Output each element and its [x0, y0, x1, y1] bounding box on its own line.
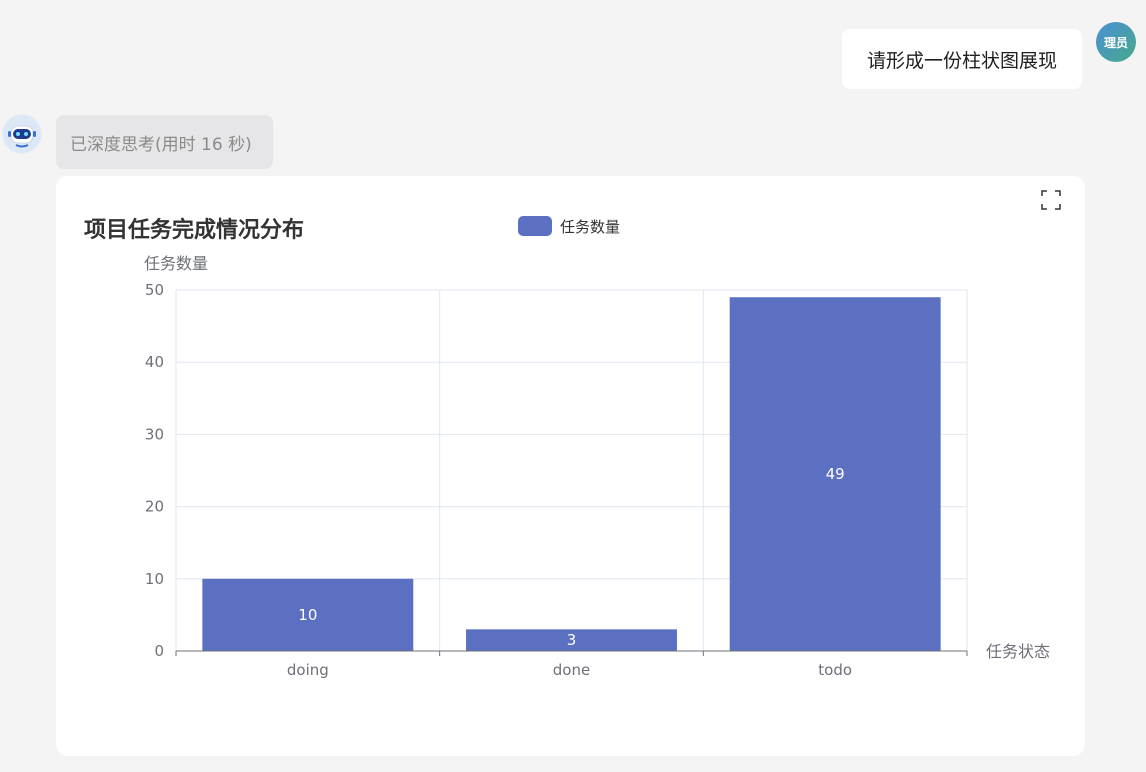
y-axis-title: 任务数量	[144, 254, 208, 273]
bar-value-label: 10	[298, 606, 317, 624]
user-message-text: 请形成一份柱状图展现	[866, 49, 1057, 72]
x-axis-title: 任务状态	[986, 642, 1050, 661]
bar-value-label: 49	[826, 465, 845, 483]
y-tick-label: 40	[145, 353, 164, 371]
chat-page: 理员 请形成一份柱状图展现 已深度思考(用时 16 秒) 项目任务完成情况分布 …	[0, 0, 1146, 772]
robot-icon	[2, 114, 42, 154]
x-tick-label: todo	[818, 661, 852, 679]
thinking-label: 已深度思考(用时 16 秒)	[70, 134, 252, 155]
user-avatar[interactable]: 理员	[1096, 22, 1136, 62]
y-tick-label: 0	[154, 642, 164, 660]
user-avatar-text: 理员	[1103, 35, 1128, 50]
x-tick-label: done	[553, 661, 590, 679]
bar-value-label: 3	[567, 631, 577, 649]
bar-chart: 10 3 49 0 10 20 30 40 50 doing done todo 任务数量 任务状态	[144, 254, 1050, 679]
y-tick-label: 10	[145, 570, 164, 588]
chart-card: 项目任务完成情况分布 任务数量 10 3 49 0 10 20 30 40 50 doing do…	[56, 176, 1085, 756]
user-message-bubble: 请形成一份柱状图展现	[842, 29, 1082, 89]
x-tick-label: doing	[287, 661, 329, 679]
y-tick-label: 20	[145, 498, 164, 516]
thinking-toggle[interactable]: 已深度思考(用时 16 秒)	[56, 115, 273, 169]
y-tick-label: 30	[145, 425, 164, 443]
y-tick-label: 50	[145, 281, 164, 299]
